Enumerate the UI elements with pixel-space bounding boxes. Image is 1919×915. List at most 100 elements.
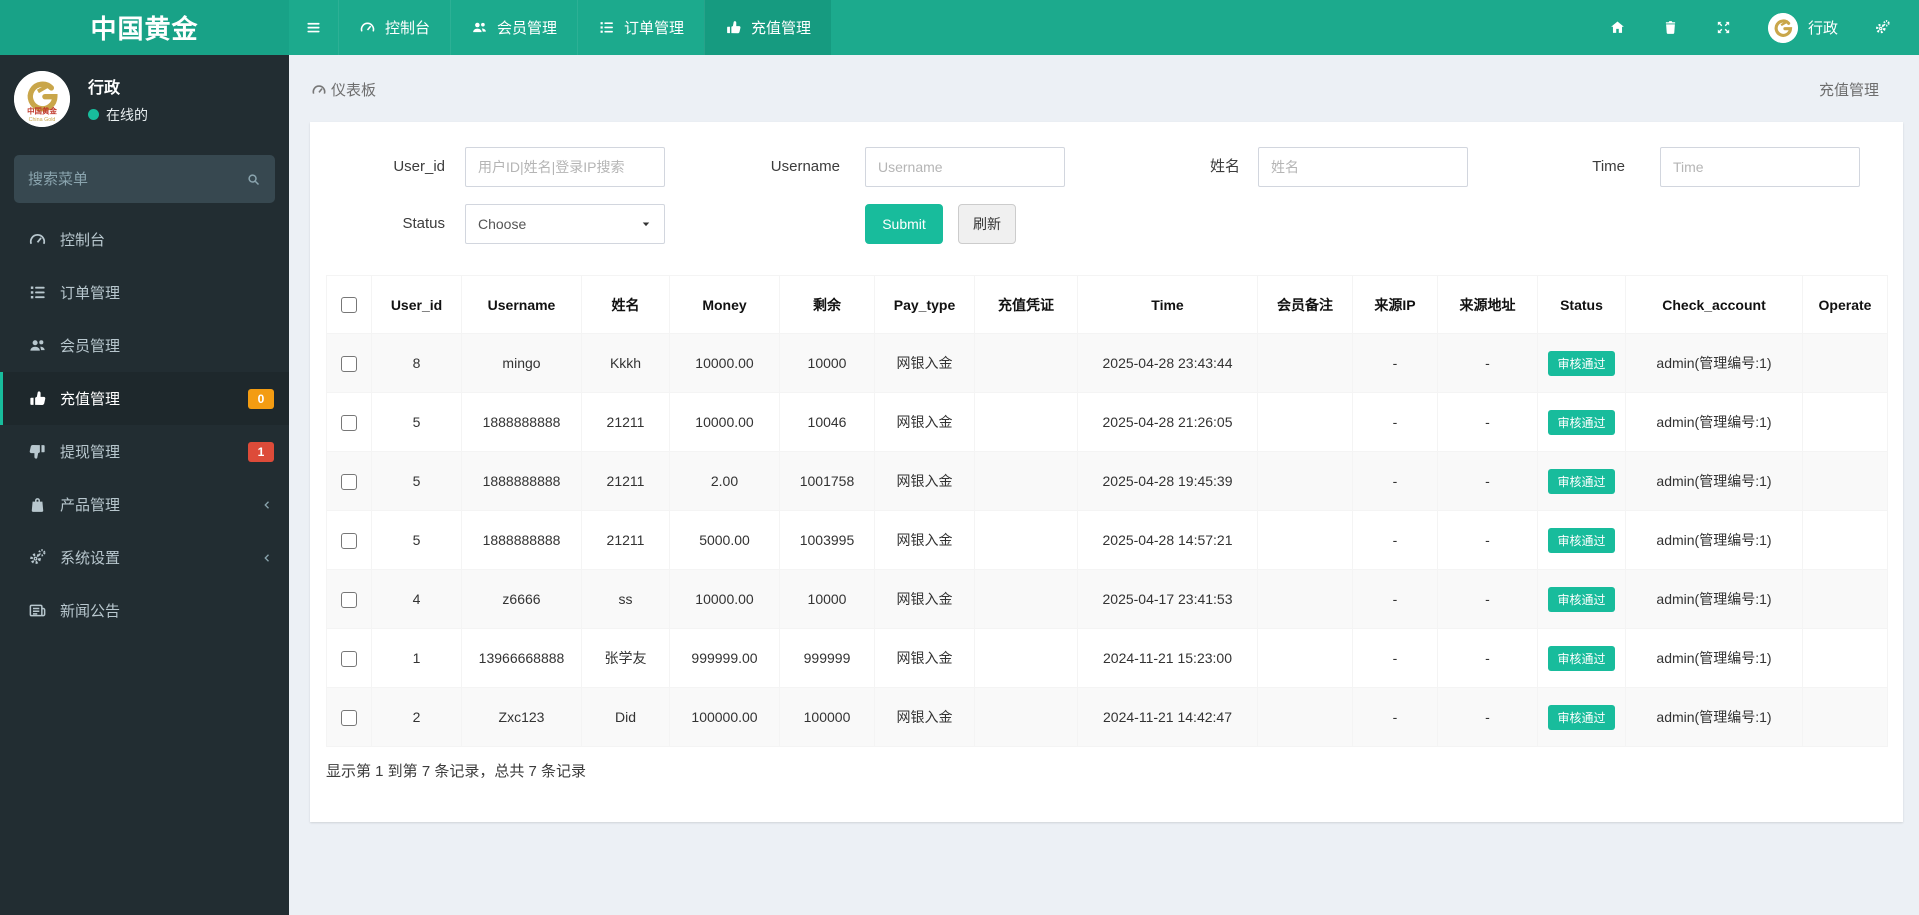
status-badge: 审核通过 [1548, 645, 1615, 671]
nav-tab-orders[interactable]: 订单管理 [577, 0, 704, 55]
sidebar: 中国黄金China Gold 行政 在线的 控制台 订单管理 [0, 55, 289, 915]
name-input[interactable] [1258, 147, 1468, 187]
cell-money: 10000.00 [669, 569, 780, 629]
thumbs-down-icon [28, 442, 47, 461]
sidebar-toggle-button[interactable] [289, 0, 338, 55]
cell-time: 2024-11-21 15:23:00 [1077, 628, 1258, 688]
cell-user-id: 1 [371, 628, 462, 688]
tachometer-icon [28, 230, 47, 249]
breadcrumb-dashboard[interactable]: 仪表板 [331, 79, 376, 100]
tachometer-icon [311, 82, 327, 98]
cell-time: 2025-04-28 23:43:44 [1077, 333, 1258, 393]
row-checkbox[interactable] [341, 591, 357, 608]
cell-username: z6666 [461, 569, 582, 629]
row-checkbox[interactable] [341, 532, 357, 549]
caret-down-icon [640, 218, 652, 230]
cell-user-id: 8 [371, 333, 462, 393]
row-checkbox[interactable] [341, 473, 357, 490]
cell-name: 21211 [581, 510, 670, 570]
col-source-ip: 来源IP [1352, 275, 1438, 334]
sidebar-item-members[interactable]: 会员管理 [0, 319, 289, 372]
cell-check-account: admin(管理编号:1) [1625, 333, 1803, 393]
sidebar-search-input[interactable] [28, 170, 246, 188]
home-icon[interactable] [1609, 19, 1626, 36]
users-icon [28, 336, 47, 355]
row-checkbox[interactable] [341, 355, 357, 372]
col-operate: Operate [1802, 275, 1888, 334]
cell-check-account: admin(管理编号:1) [1625, 569, 1803, 629]
nav-tab-recharge[interactable]: 充值管理 [704, 0, 832, 55]
withdraw-badge: 1 [248, 441, 274, 462]
table-row: 2 Zxc123 Did 100000.00 100000 网银入金 2024-11-21 … [326, 687, 1888, 747]
nav-tab-label: 订单管理 [624, 20, 685, 37]
username-input[interactable] [865, 147, 1065, 187]
cell-voucher [974, 451, 1078, 511]
row-checkbox-cell [326, 569, 372, 629]
time-input[interactable] [1660, 147, 1860, 187]
cell-check-account: admin(管理编号:1) [1625, 628, 1803, 688]
expand-icon[interactable] [1715, 19, 1732, 36]
table-row: 8 mingo Kkkh 10000.00 10000 网银入金 2025-04-28 23… [326, 333, 1888, 393]
cell-voucher [974, 628, 1078, 688]
cell-source-addr: - [1437, 510, 1538, 570]
cell-operate [1802, 333, 1888, 393]
col-pay-type: Pay_type [874, 275, 975, 334]
row-checkbox[interactable] [341, 650, 357, 667]
cell-money: 10000.00 [669, 392, 780, 452]
online-dot-icon [88, 109, 99, 120]
sidebar-item-console[interactable]: 控制台 [0, 213, 289, 266]
cell-source-addr: - [1437, 451, 1538, 511]
sidebar-item-news[interactable]: 新闻公告 [0, 584, 289, 637]
col-member-note: 会员备注 [1257, 275, 1353, 334]
sidebar-item-orders[interactable]: 订单管理 [0, 266, 289, 319]
nav-tab-members[interactable]: 会员管理 [450, 0, 577, 55]
cell-pay-type: 网银入金 [874, 628, 975, 688]
nav-tab-label: 充值管理 [751, 20, 812, 37]
gears-icon[interactable] [1874, 19, 1891, 36]
cell-source-ip: - [1352, 510, 1438, 570]
row-checkbox[interactable] [341, 414, 357, 431]
sidebar-item-settings[interactable]: 系统设置 [0, 531, 289, 584]
submit-button[interactable]: Submit [865, 204, 943, 244]
search-icon[interactable] [246, 172, 261, 187]
cell-source-addr: - [1437, 392, 1538, 452]
cell-pay-type: 网银入金 [874, 451, 975, 511]
col-check-account: Check_account [1625, 275, 1803, 334]
sidebar-item-withdraw[interactable]: 提现管理 1 [0, 425, 289, 478]
user-label: 行政 [1807, 20, 1838, 37]
select-all-checkbox[interactable] [341, 297, 357, 314]
refresh-button[interactable]: 刷新 [958, 204, 1016, 244]
records-summary: 显示第 1 到第 7 条记录，总共 7 条记录 [326, 763, 587, 780]
cell-source-ip: - [1352, 628, 1438, 688]
trash-icon[interactable] [1662, 19, 1679, 36]
cell-check-account: admin(管理编号:1) [1625, 687, 1803, 747]
cell-remain: 10000 [779, 569, 875, 629]
cell-status: 审核通过 [1537, 569, 1626, 629]
sidebar-item-recharge[interactable]: 充值管理 0 [0, 372, 289, 425]
list-ol-icon [598, 19, 615, 36]
row-checkbox-cell [326, 333, 372, 393]
cell-member-note [1257, 333, 1353, 393]
status-badge: 审核通过 [1548, 468, 1615, 494]
col-status: Status [1537, 275, 1626, 334]
cell-operate [1802, 451, 1888, 511]
user-id-input[interactable] [465, 147, 665, 187]
avatar [1767, 12, 1798, 43]
status-select[interactable]: Choose [465, 204, 665, 244]
table-row: 5 1888888888 21211 5000.00 1003995 网银入金 2025-0… [326, 510, 1888, 570]
col-voucher: 充值凭证 [974, 275, 1078, 334]
col-username: Username [461, 275, 582, 334]
cell-money: 5000.00 [669, 510, 780, 570]
cell-member-note [1257, 510, 1353, 570]
nav-tab-label: 会员管理 [497, 20, 558, 37]
row-checkbox[interactable] [341, 709, 357, 726]
cell-operate [1802, 687, 1888, 747]
shopping-bag-icon [28, 495, 47, 514]
cell-user-id: 2 [371, 687, 462, 747]
nav-tab-console[interactable]: 控制台 [338, 0, 450, 55]
status-badge: 审核通过 [1548, 527, 1615, 553]
brand-logo[interactable]: 中国黄金 [0, 0, 289, 55]
sidebar-item-products[interactable]: 产品管理 [0, 478, 289, 531]
user-menu[interactable]: 行政 [1767, 12, 1838, 43]
cell-remain: 10046 [779, 392, 875, 452]
